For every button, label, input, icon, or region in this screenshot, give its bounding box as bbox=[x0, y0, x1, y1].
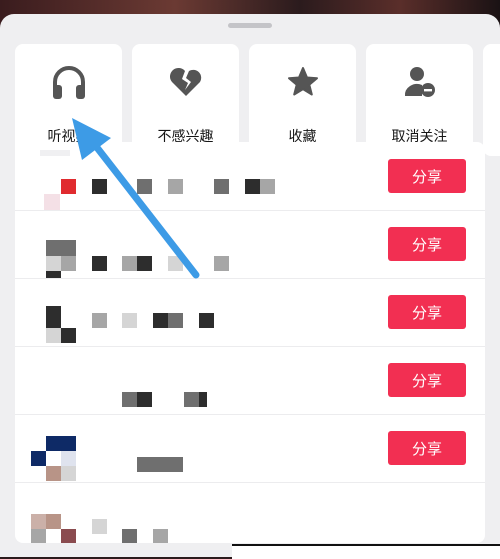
share-button[interactable]: 分享 bbox=[388, 227, 466, 261]
not-interested-button[interactable]: 不感兴趣 bbox=[132, 44, 239, 156]
share-button[interactable]: 分享 bbox=[388, 295, 466, 329]
avatar bbox=[31, 514, 46, 529]
listen-video-button[interactable]: 听视频 bbox=[15, 44, 122, 156]
unfollow-button[interactable]: 取消关注 bbox=[366, 44, 473, 156]
avatar bbox=[46, 436, 76, 451]
contact-row[interactable]: 分享 bbox=[15, 142, 485, 211]
avatar bbox=[46, 240, 76, 256]
share-button[interactable]: 分享 bbox=[388, 363, 466, 397]
more-action-tile[interactable] bbox=[483, 44, 500, 156]
contact-row[interactable]: 分享 bbox=[15, 414, 485, 483]
star-icon bbox=[287, 67, 318, 96]
unfollow-user-icon bbox=[404, 67, 435, 97]
share-contact-list: 分享 分享 分享 分享 分享 bbox=[15, 142, 485, 543]
avatar bbox=[61, 179, 76, 194]
contact-row[interactable] bbox=[15, 482, 485, 543]
share-button[interactable]: 分享 bbox=[388, 159, 466, 193]
favorite-button[interactable]: 收藏 bbox=[249, 44, 356, 156]
contact-row[interactable]: 分享 bbox=[15, 346, 485, 415]
avatar bbox=[40, 150, 70, 156]
share-button[interactable]: 分享 bbox=[388, 431, 466, 465]
contact-row[interactable]: 分享 bbox=[15, 210, 485, 279]
broken-heart-icon bbox=[169, 67, 201, 96]
headphones-icon bbox=[52, 66, 85, 99]
avatar bbox=[46, 306, 61, 328]
sheet-handle[interactable] bbox=[228, 23, 272, 28]
contact-row[interactable]: 分享 bbox=[15, 278, 485, 347]
sheet-bottom bbox=[0, 543, 232, 557]
